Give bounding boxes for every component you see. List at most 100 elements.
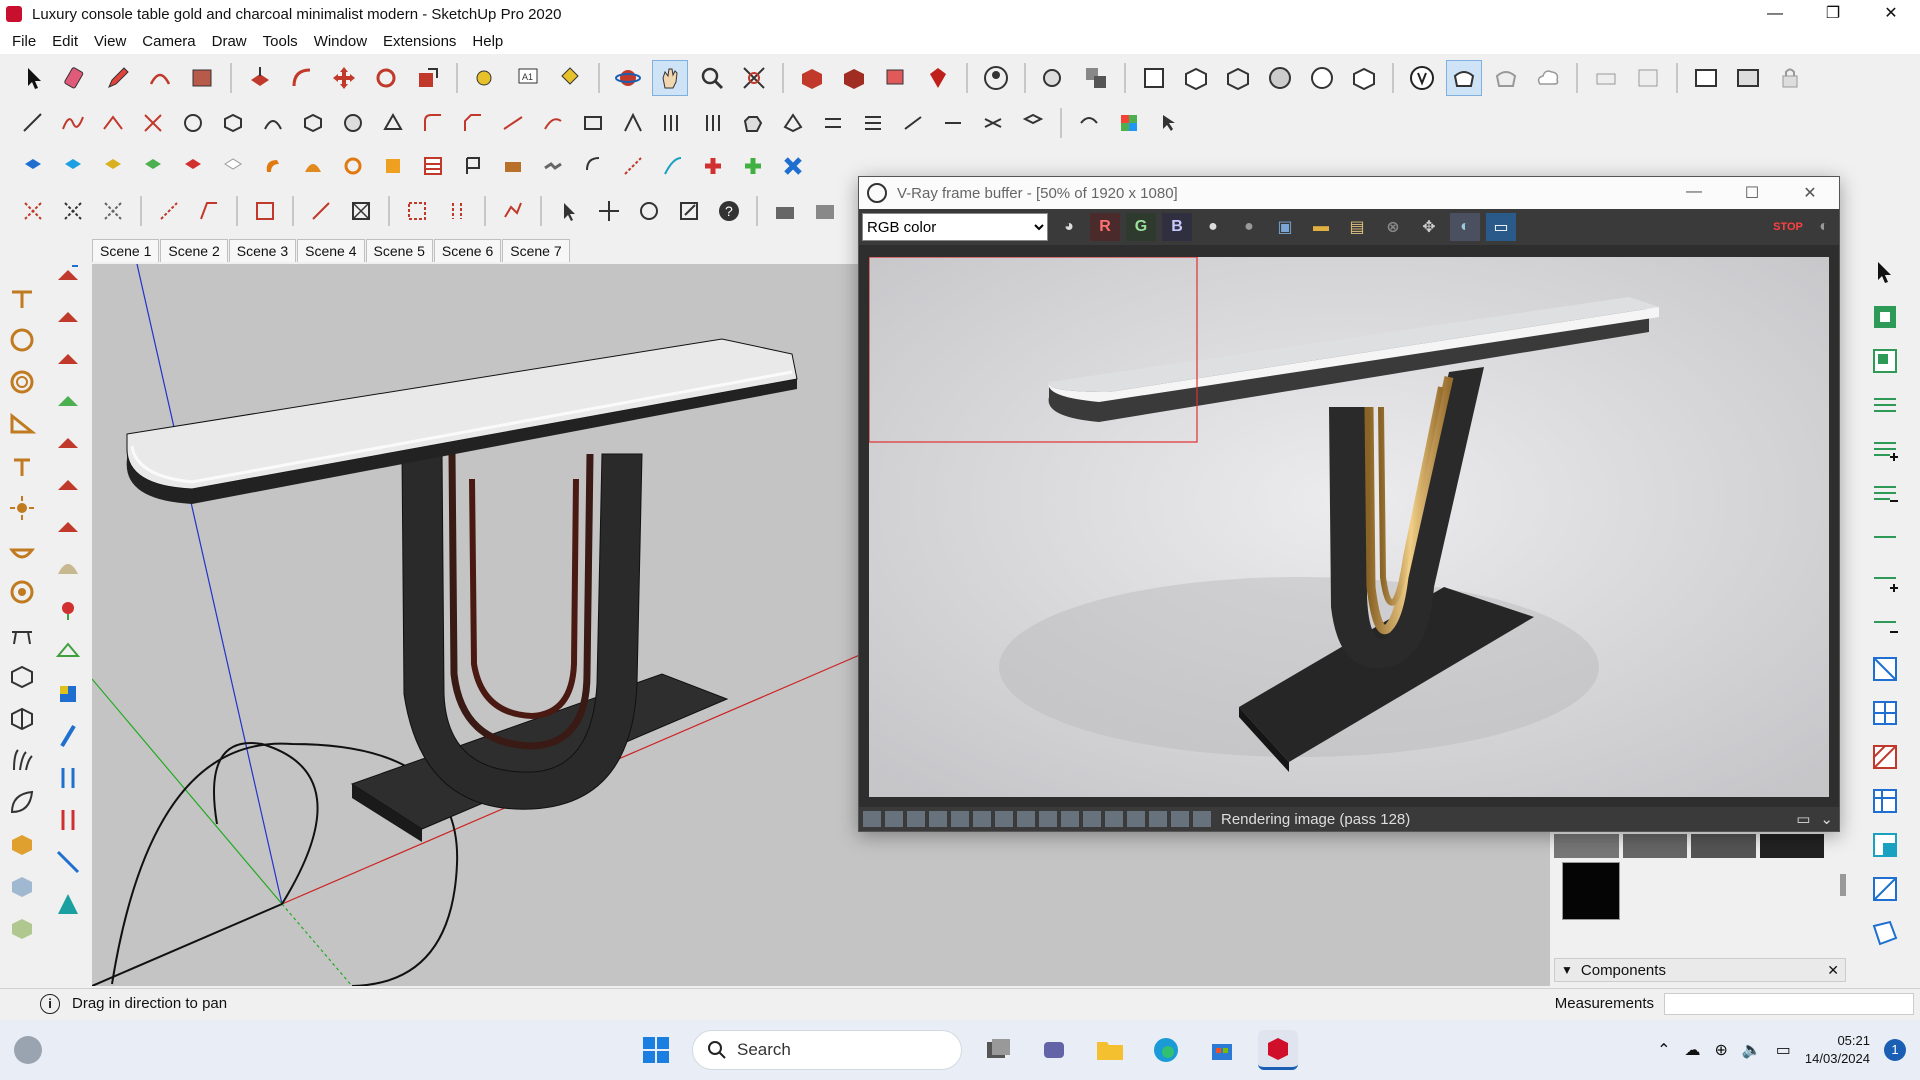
file-explorer-icon[interactable] [1090, 1030, 1130, 1070]
vray-logo-icon[interactable] [1404, 60, 1440, 96]
texture-an-icon[interactable] [50, 424, 86, 460]
text-tool-icon[interactable]: A1 [510, 60, 546, 96]
cube-tool-icon[interactable] [4, 658, 40, 694]
chamfer-tool-icon[interactable] [456, 106, 490, 140]
plugin-square-icon[interactable] [376, 149, 410, 183]
vray-frame-icon[interactable] [1688, 60, 1724, 96]
vray-minimize-button[interactable]: — [1665, 183, 1723, 203]
task-view-icon[interactable] [978, 1030, 1018, 1070]
vfb-track-icon[interactable] [1083, 811, 1101, 827]
select-tool-icon[interactable] [16, 60, 52, 96]
tab-scene-2[interactable]: Scene 2 [160, 239, 228, 262]
lines-add-b-icon[interactable] [1865, 563, 1905, 599]
vray-interactive-icon[interactable] [1488, 60, 1524, 96]
frame-rect-icon[interactable] [248, 194, 282, 228]
stop-render-icon[interactable]: STOP [1773, 213, 1803, 241]
triangle-tool-icon[interactable] [4, 406, 40, 442]
curve-tool-icon[interactable] [96, 106, 130, 140]
tab-scene-3[interactable]: Scene 3 [228, 239, 297, 262]
hidden-line-style-icon[interactable] [1304, 60, 1340, 96]
vfb-layers-icon[interactable] [885, 811, 903, 827]
cross-frame-icon[interactable] [344, 194, 378, 228]
section-plane-icon[interactable] [1036, 60, 1072, 96]
dashed-columns-icon[interactable] [440, 194, 474, 228]
interactive-render-icon[interactable]: ◐ [1809, 213, 1839, 241]
box-tool-icon[interactable] [296, 106, 330, 140]
info-icon[interactable]: i [40, 993, 60, 1014]
lines-remove-b-icon[interactable] [1865, 607, 1905, 643]
vray-dome-icon[interactable] [1630, 60, 1666, 96]
plugin-blue-icon[interactable] [16, 149, 50, 183]
lines-a-icon[interactable] [1865, 387, 1905, 423]
weld-tool-icon[interactable] [816, 106, 850, 140]
sphere-tool-icon[interactable] [336, 106, 370, 140]
panel-scrollbar[interactable] [1840, 874, 1846, 896]
cube-outline-icon[interactable] [4, 700, 40, 736]
vfb-expand-icon[interactable]: ▭ [1796, 810, 1810, 828]
vfb-settings-icon[interactable] [1039, 811, 1057, 827]
vray-asset-editor-icon[interactable] [1730, 60, 1766, 96]
section-box-icon[interactable] [1865, 651, 1905, 687]
trim-tool-icon[interactable] [136, 106, 170, 140]
3d-warehouse-icon[interactable] [794, 60, 830, 96]
rings-tool-icon[interactable] [4, 364, 40, 400]
grid-select-icon[interactable] [1865, 827, 1905, 863]
extension-warehouse-icon[interactable] [836, 60, 872, 96]
onedrive-icon[interactable]: ☁ [1684, 1040, 1700, 1060]
dimension-tool-icon[interactable] [16, 106, 50, 140]
scale-arrows-icon[interactable] [672, 194, 706, 228]
component-options-icon[interactable] [1346, 60, 1382, 96]
texture-green-icon[interactable] [50, 382, 86, 418]
swatch-grey-1[interactable] [1554, 834, 1619, 858]
lines-thin-icon[interactable] [1865, 519, 1905, 555]
minimize-button[interactable]: — [1746, 0, 1804, 28]
grass-tool-icon[interactable] [4, 742, 40, 778]
vfb-compare-icon[interactable] [951, 811, 969, 827]
notification-badge[interactable]: 1 [1884, 1039, 1906, 1061]
table-tool-icon[interactable] [4, 616, 40, 652]
top-view-icon[interactable] [1178, 60, 1214, 96]
plugin-yellow-icon[interactable] [96, 149, 130, 183]
taskbar-clock[interactable]: 05:21 14/03/2024 [1805, 1032, 1870, 1068]
components-panel-header[interactable]: ▼ Components ✕ [1554, 958, 1846, 982]
diagonal-line-icon[interactable] [304, 194, 338, 228]
angle-line-icon[interactable] [192, 194, 226, 228]
plugin-outline-icon[interactable] [216, 149, 250, 183]
bowl-tool-icon[interactable] [4, 532, 40, 568]
plugin-red-icon[interactable] [176, 149, 210, 183]
color-cube-icon[interactable] [50, 676, 86, 712]
grid-tool-icon[interactable] [656, 106, 690, 140]
plugin-orange-icon[interactable] [256, 149, 290, 183]
teams-icon[interactable] [1034, 1030, 1074, 1070]
flip-vertical-icon[interactable] [50, 760, 86, 796]
slash-tool-icon[interactable] [50, 718, 86, 754]
rotate-arrows-icon[interactable] [632, 194, 666, 228]
select-pointer-icon[interactable] [1152, 106, 1186, 140]
menu-camera[interactable]: Camera [134, 33, 203, 50]
vfb-bars-icon[interactable] [1171, 811, 1189, 827]
move-arrows-icon[interactable] [592, 194, 626, 228]
menu-draw[interactable]: Draw [204, 33, 255, 50]
push-pull-tool-icon[interactable] [242, 60, 278, 96]
box-3d-c-icon[interactable] [4, 910, 40, 946]
language-icon[interactable]: ⊕ [1714, 1040, 1727, 1060]
target-tool-icon[interactable] [4, 574, 40, 610]
plugin-dome-icon[interactable] [296, 149, 330, 183]
weather-icon[interactable] [14, 1036, 42, 1064]
grid-skew-icon[interactable] [1865, 915, 1905, 951]
texture-ax-icon[interactable] [50, 466, 86, 502]
plugin-cross-icon[interactable] [696, 149, 730, 183]
cleanup-tool-icon[interactable] [1016, 106, 1050, 140]
color-palette-icon[interactable] [1112, 106, 1146, 140]
ruby-console-icon[interactable] [920, 60, 956, 96]
vray-render-icon[interactable] [1446, 60, 1482, 96]
plugin-corner-icon[interactable] [576, 149, 610, 183]
vfb-lut-icon[interactable] [929, 811, 947, 827]
geodesic-icon[interactable] [50, 634, 86, 670]
polygon-tool-icon[interactable] [176, 106, 210, 140]
tray-chevron-icon[interactable]: ⌃ [1657, 1040, 1670, 1060]
tape-measure-tool-icon[interactable] [468, 60, 504, 96]
swatch-grey-2[interactable] [1622, 834, 1687, 858]
tab-scene-7[interactable]: Scene 7 [502, 239, 570, 262]
shape-tool-icon[interactable] [776, 106, 810, 140]
